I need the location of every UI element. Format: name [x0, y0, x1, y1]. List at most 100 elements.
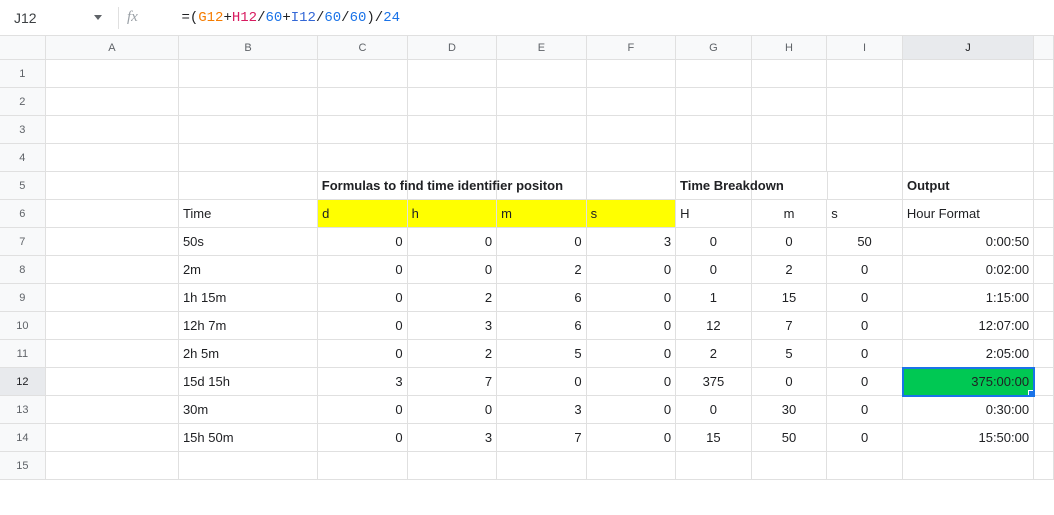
cell-I[interactable] — [827, 144, 903, 172]
cell-E[interactable]: 2 — [497, 256, 587, 284]
row-header[interactable]: 3 — [0, 116, 46, 144]
cell-K[interactable] — [1034, 88, 1054, 116]
cell-E[interactable]: 5 — [497, 340, 587, 368]
cell-J[interactable] — [903, 452, 1034, 480]
cell-C[interactable]: Formulas to find time identifier positon — [318, 172, 408, 200]
cell-I[interactable]: 0 — [827, 312, 903, 340]
cell-F[interactable] — [587, 172, 676, 200]
cell-C[interactable] — [318, 88, 408, 116]
cell-I[interactable] — [828, 172, 904, 200]
cell-K[interactable] — [1034, 116, 1054, 144]
cell-I[interactable]: 0 — [827, 284, 903, 312]
cell-A[interactable] — [46, 312, 179, 340]
col-header-I[interactable]: I — [827, 36, 903, 59]
cell-G[interactable]: 2 — [676, 340, 752, 368]
cell-B[interactable]: Time — [179, 200, 318, 228]
cell-B[interactable] — [179, 172, 318, 200]
cell-H[interactable]: 2 — [752, 256, 828, 284]
cell-A[interactable] — [46, 256, 179, 284]
cell-I[interactable] — [827, 88, 903, 116]
cell-A[interactable] — [46, 396, 179, 424]
cell-G[interactable] — [676, 144, 752, 172]
cell-E[interactable] — [497, 144, 587, 172]
cell-J[interactable]: 2:05:00 — [903, 340, 1034, 368]
cell-D[interactable] — [408, 116, 498, 144]
cell-D[interactable]: 3 — [408, 424, 498, 452]
cell-G[interactable]: 15 — [676, 424, 752, 452]
cell-K[interactable] — [1034, 256, 1054, 284]
row-header[interactable]: 13 — [0, 396, 46, 424]
cell-J[interactable]: 12:07:00 — [903, 312, 1034, 340]
cell-C[interactable] — [318, 452, 408, 480]
row-header[interactable]: 5 — [0, 172, 46, 200]
cell-E[interactable] — [497, 60, 587, 88]
cell-D[interactable]: 0 — [408, 396, 498, 424]
cell-H[interactable]: m — [752, 200, 828, 228]
row-header[interactable]: 12 — [0, 368, 46, 396]
row-header[interactable]: 1 — [0, 60, 46, 88]
cell-H[interactable]: 5 — [752, 340, 828, 368]
cell-A[interactable] — [46, 200, 179, 228]
cell-F[interactable] — [587, 144, 677, 172]
cell-F[interactable] — [587, 60, 677, 88]
cell-F[interactable]: 0 — [587, 340, 677, 368]
cell-G[interactable]: 12 — [676, 312, 752, 340]
cell-K[interactable] — [1034, 424, 1054, 452]
cell-E[interactable]: 0 — [497, 368, 587, 396]
cell-E[interactable]: 0 — [497, 228, 587, 256]
cell-C[interactable]: 0 — [318, 312, 408, 340]
cell-G[interactable]: Time Breakdown — [676, 172, 752, 200]
col-header-D[interactable]: D — [408, 36, 497, 59]
cell-K[interactable] — [1034, 172, 1054, 200]
cell-A[interactable] — [46, 144, 179, 172]
col-header-F[interactable]: F — [587, 36, 676, 59]
cell-D[interactable]: h — [408, 200, 498, 228]
cell-F[interactable]: 0 — [587, 284, 677, 312]
cell-F[interactable]: 0 — [587, 312, 677, 340]
cell-E[interactable] — [497, 116, 587, 144]
name-box[interactable]: J12 — [6, 5, 94, 31]
cell-C[interactable]: 3 — [318, 368, 408, 396]
col-header-H[interactable]: H — [752, 36, 828, 59]
cell-B[interactable]: 15h 50m — [179, 424, 318, 452]
select-all-corner[interactable] — [0, 36, 46, 59]
cell-E[interactable]: 3 — [497, 396, 587, 424]
cell-B[interactable]: 12h 7m — [179, 312, 318, 340]
cell-B[interactable]: 2h 5m — [179, 340, 318, 368]
row-header[interactable]: 2 — [0, 88, 46, 116]
cell-J[interactable] — [903, 116, 1034, 144]
cell-I[interactable]: 0 — [827, 340, 903, 368]
cell-E[interactable] — [497, 88, 587, 116]
col-header-partial[interactable] — [1034, 36, 1054, 59]
cell-H[interactable]: 7 — [752, 312, 828, 340]
cell-E[interactable]: 7 — [497, 424, 587, 452]
cell-C[interactable] — [318, 144, 408, 172]
row-header[interactable]: 8 — [0, 256, 46, 284]
cell-H[interactable] — [752, 116, 828, 144]
cell-A[interactable] — [46, 60, 179, 88]
cell-F[interactable]: 0 — [587, 368, 677, 396]
cell-G[interactable] — [676, 60, 752, 88]
cell-E[interactable]: m — [497, 200, 587, 228]
cell-J[interactable]: 0:02:00 — [903, 256, 1034, 284]
cell-D[interactable]: 2 — [408, 340, 498, 368]
cell-H[interactable] — [752, 60, 828, 88]
cell-D[interactable]: 7 — [408, 368, 498, 396]
cell-A[interactable] — [46, 284, 179, 312]
cell-E[interactable] — [497, 452, 587, 480]
name-box-dropdown-icon[interactable] — [94, 15, 102, 20]
cell-K[interactable] — [1034, 340, 1054, 368]
cell-B[interactable] — [179, 452, 318, 480]
cell-D[interactable]: 0 — [408, 228, 498, 256]
cell-G[interactable] — [676, 452, 752, 480]
cell-J[interactable]: 0:00:50 — [903, 228, 1034, 256]
cell-H[interactable]: 50 — [752, 424, 828, 452]
cell-H[interactable] — [752, 88, 828, 116]
cell-F[interactable]: 0 — [587, 424, 677, 452]
cell-I[interactable]: s — [827, 200, 903, 228]
cell-B[interactable]: 15d 15h — [179, 368, 318, 396]
cell-J[interactable]: Hour Format — [903, 200, 1034, 228]
cell-I[interactable]: 0 — [827, 368, 903, 396]
cell-C[interactable]: 0 — [318, 228, 408, 256]
cell-C[interactable]: 0 — [318, 396, 408, 424]
